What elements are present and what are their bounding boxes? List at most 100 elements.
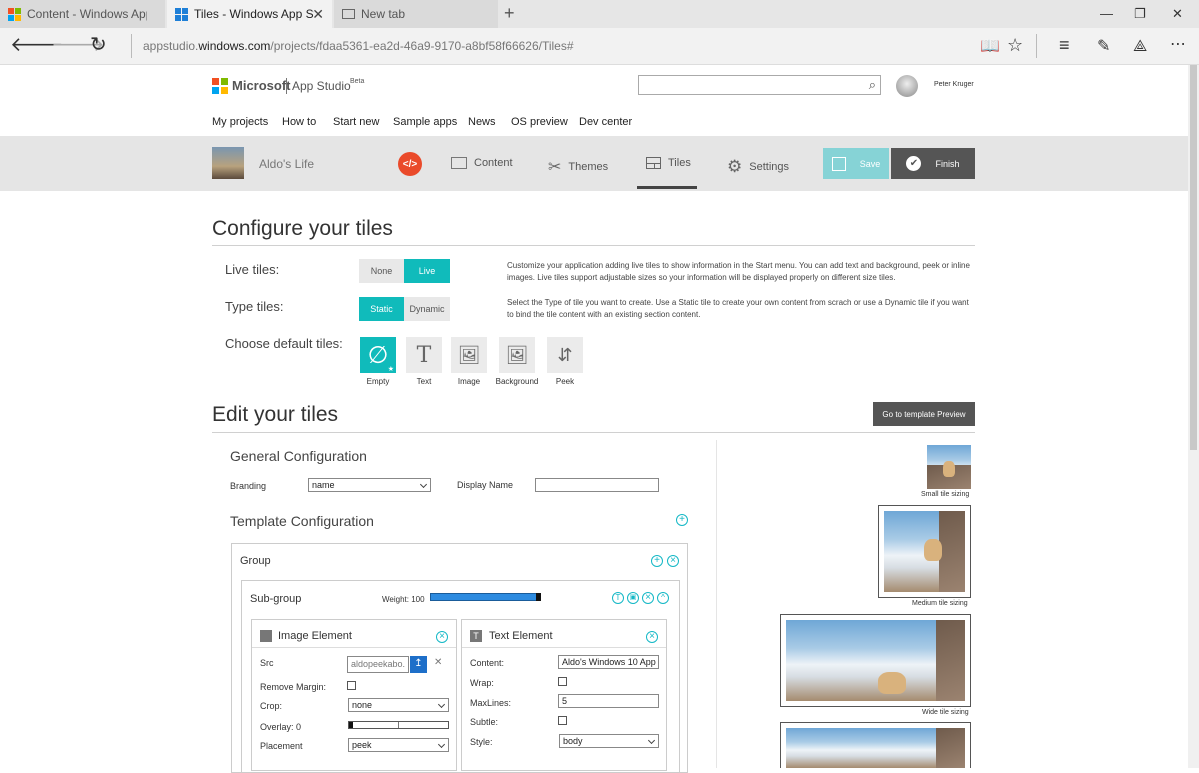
default-tile-empty[interactable]: ∅ ★ — [360, 337, 396, 373]
tab-content[interactable]: Content — [451, 157, 513, 169]
refresh-icon[interactable]: ↻ — [90, 35, 107, 55]
hub-icon[interactable]: ≡ — [1059, 35, 1070, 55]
type-option-static[interactable]: Static — [359, 297, 404, 321]
weight-slider-handle[interactable] — [536, 593, 541, 601]
default-tile-image[interactable]: 🖼 — [451, 337, 487, 373]
type-option-dynamic[interactable]: Dynamic — [404, 297, 450, 321]
placement-select[interactable]: peek — [348, 738, 449, 752]
scrollbar-thumb[interactable] — [1190, 65, 1197, 450]
live-option-live[interactable]: Live — [404, 259, 450, 283]
default-tile-text[interactable]: T — [406, 337, 442, 373]
nav-os-preview[interactable]: OS preview — [511, 116, 568, 128]
default-tiles-label: Choose default tiles: — [225, 336, 343, 351]
web-note-icon[interactable]: ✎ — [1097, 37, 1110, 57]
small-tile-preview — [927, 445, 971, 489]
minimize-icon[interactable]: — — [1100, 6, 1113, 21]
nav-dev-center[interactable]: Dev center — [579, 116, 632, 128]
overlay-slider[interactable] — [348, 721, 449, 729]
empty-set-icon: ∅ — [367, 341, 389, 369]
add-image-element-icon[interactable]: ▣ — [627, 592, 639, 604]
placement-label: Placement — [260, 741, 303, 751]
type-tiles-label: Type tiles: — [225, 299, 284, 314]
display-name-label: Display Name — [457, 480, 514, 490]
url-domain: windows.com — [198, 39, 271, 53]
content-label: Content: — [470, 658, 505, 668]
tab-label: Themes — [568, 161, 609, 173]
subtle-label: Subtle: — [470, 717, 499, 727]
live-option-none[interactable]: None — [359, 259, 404, 283]
close-tab-icon[interactable]: ✕ — [312, 6, 324, 23]
remove-margin-checkbox[interactable] — [347, 681, 356, 690]
wide-tile-preview — [786, 620, 965, 701]
clear-src-icon[interactable]: ✕ — [434, 657, 442, 668]
upload-icon[interactable]: ↥ — [410, 656, 427, 673]
browser-tab-content[interactable]: Content - Windows App Stu — [0, 0, 165, 28]
browser-tab-tiles[interactable]: Tiles - Windows App Stu ✕ — [167, 0, 332, 28]
tab-themes[interactable]: ✂ Themes — [548, 157, 608, 177]
style-label: Style: — [470, 737, 493, 747]
search-icon[interactable]: ⌕ — [869, 77, 876, 93]
group-label: Group — [240, 555, 271, 567]
maxlines-input[interactable]: 5 — [558, 694, 659, 708]
address-bar[interactable]: appstudio.windows.com/projects/fdaa5361-… — [143, 39, 574, 53]
finish-button[interactable]: ✔ Finish — [891, 148, 975, 179]
src-input[interactable]: aldopeekabo. — [347, 656, 409, 673]
save-button[interactable]: Save — [823, 148, 889, 179]
nav-sample-apps[interactable]: Sample apps — [393, 116, 457, 128]
nav-news[interactable]: News — [468, 116, 496, 128]
src-label: Src — [260, 658, 274, 668]
nav-my-projects[interactable]: My projects — [212, 116, 268, 128]
template-preview-button[interactable]: Go to template Preview — [873, 402, 975, 426]
collapse-chevron-up-icon[interactable]: ^ — [657, 592, 669, 604]
crop-select[interactable]: none — [348, 698, 449, 712]
browser-tab-new[interactable]: New tab — [334, 0, 498, 28]
separator — [131, 34, 132, 58]
style-select[interactable]: body — [559, 734, 659, 748]
display-name-input[interactable] — [535, 478, 659, 492]
reading-view-icon[interactable]: 📖 — [980, 37, 1000, 57]
checkmark-icon: ✔ — [906, 156, 922, 171]
default-tile-background[interactable]: 🖼 — [499, 337, 535, 373]
remove-image-element-icon[interactable]: × — [436, 631, 448, 643]
tab-tiles[interactable]: Tiles — [646, 157, 691, 169]
crop-label: Crop: — [260, 701, 283, 711]
restore-icon[interactable]: ❐ — [1134, 6, 1146, 22]
add-group-icon[interactable]: + — [651, 555, 663, 567]
share-icon[interactable]: ⟁ — [1133, 37, 1147, 57]
add-template-icon[interactable]: + — [676, 514, 688, 526]
maxlines-label: MaxLines: — [470, 698, 512, 708]
overlay-slider-handle[interactable] — [349, 722, 353, 728]
subgroup-label: Sub-group — [250, 593, 302, 605]
save-disk-icon — [831, 156, 846, 171]
add-text-element-icon[interactable]: T — [612, 592, 624, 604]
remove-subgroup-icon[interactable]: × — [642, 592, 654, 604]
tab-title: New tab — [361, 7, 406, 21]
close-window-icon[interactable]: ✕ — [1172, 6, 1183, 22]
tab-settings[interactable]: ⚙ Settings — [727, 157, 789, 177]
favorite-star-icon[interactable]: ☆ — [1007, 35, 1023, 55]
divider — [212, 245, 975, 246]
page-scrollbar[interactable] — [1188, 65, 1199, 768]
nav-how-to[interactable]: How to — [282, 116, 316, 128]
code-icon[interactable]: </> — [398, 152, 422, 176]
wrap-label: Wrap: — [470, 678, 494, 688]
browser-nav-bar: 🡐 🡒 ↻ appstudio.windows.com/projects/fda… — [0, 28, 1199, 65]
wrap-checkbox[interactable] — [558, 677, 567, 686]
more-icon[interactable]: ⋯ — [1170, 35, 1186, 55]
tile-caption-background: Background — [495, 377, 539, 386]
search-input[interactable]: ⌕ — [638, 75, 881, 95]
subtle-checkbox[interactable] — [558, 716, 567, 725]
branding-select[interactable]: name — [308, 478, 431, 492]
nav-start-new[interactable]: Start new — [333, 116, 379, 128]
user-name[interactable]: Peter Kruger — [934, 81, 974, 88]
new-tab-plus-icon[interactable]: + — [504, 3, 515, 24]
remove-text-element-icon[interactable]: × — [646, 631, 658, 643]
tab-title: Content - Windows App Stu — [27, 7, 147, 21]
live-tiles-description: Customize your application adding live t… — [507, 261, 970, 282]
default-tile-peek[interactable]: ⇵ — [547, 337, 583, 373]
weight-slider[interactable] — [430, 593, 541, 601]
content-input[interactable]: Aldo's Windows 10 App — [558, 655, 659, 669]
avatar[interactable] — [896, 75, 918, 97]
weight-label: Weight: 100 — [382, 595, 425, 604]
remove-group-icon[interactable]: × — [667, 555, 679, 567]
